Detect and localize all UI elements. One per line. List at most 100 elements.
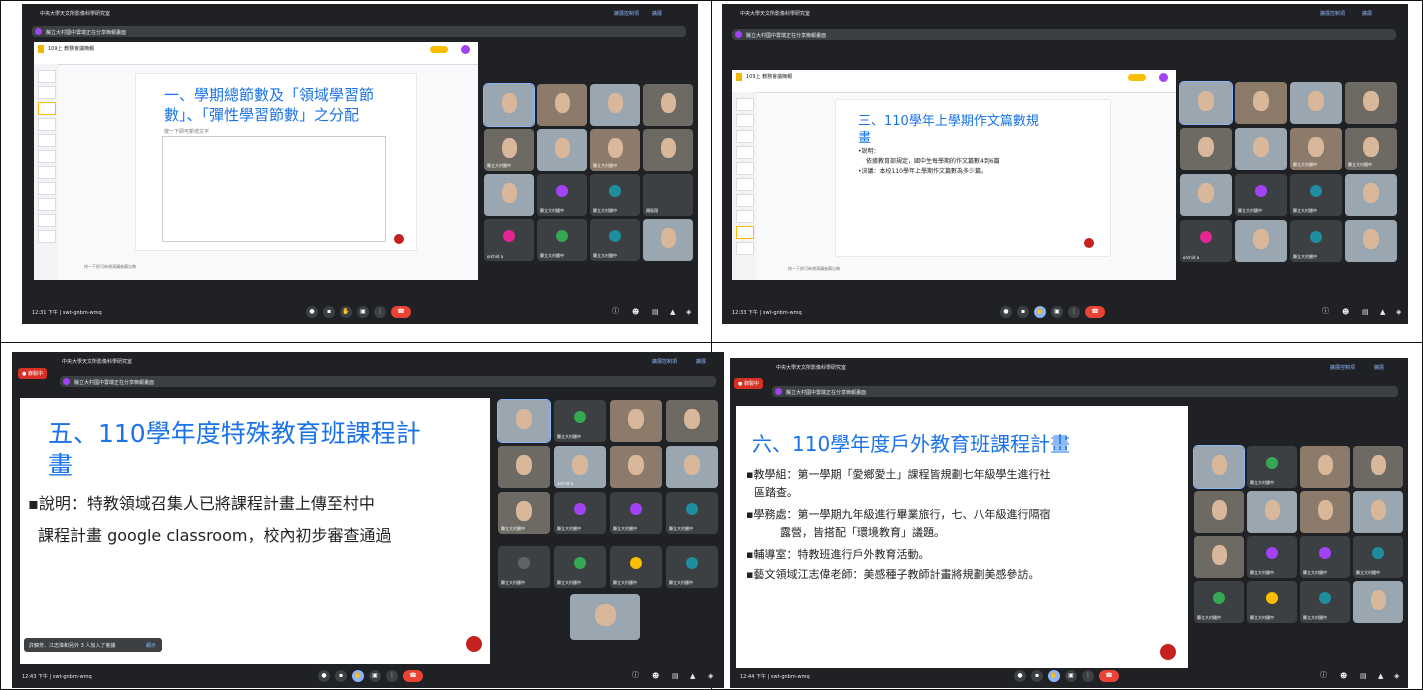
- participant-tile[interactable]: [483, 83, 535, 127]
- participant-tile[interactable]: 縣立大村國中: [666, 492, 718, 534]
- text-placeholder-box[interactable]: [162, 136, 386, 242]
- speaker-notes[interactable]: 按一下即可新增演講者備忘稿: [84, 264, 136, 270]
- camera-button[interactable]: ▪: [1031, 670, 1043, 682]
- participant-tile[interactable]: [666, 446, 718, 488]
- raise-hand-button[interactable]: ✋: [1034, 306, 1046, 318]
- expand-controls-button[interactable]: 擴展控制項: [1320, 10, 1345, 17]
- slide-thumb[interactable]: [38, 86, 56, 99]
- slide-thumb[interactable]: [736, 98, 754, 111]
- slide-thumb[interactable]: [38, 214, 56, 227]
- participant-tile[interactable]: [666, 400, 718, 442]
- slide-thumb-active[interactable]: [736, 226, 754, 239]
- participant-tile[interactable]: [537, 129, 587, 171]
- participant-tile[interactable]: 縣立大村國中: [1300, 536, 1350, 578]
- chat-icon[interactable]: ▤: [652, 308, 659, 316]
- expand-button[interactable]: 擴展: [696, 358, 706, 365]
- participant-tile[interactable]: 縣立大村國中: [1194, 581, 1244, 623]
- more-options-button[interactable]: ⋮: [1082, 670, 1094, 682]
- slide-thumb[interactable]: [38, 230, 56, 243]
- participant-tile[interactable]: [1235, 82, 1287, 124]
- participant-tile[interactable]: 顏鈺翔: [643, 174, 693, 216]
- participant-tile[interactable]: 縣立大村國中: [590, 174, 640, 216]
- slide-thumb[interactable]: [736, 130, 754, 143]
- account-avatar[interactable]: [1159, 73, 1168, 82]
- people-icon[interactable]: ☻: [1342, 308, 1349, 316]
- participant-tile[interactable]: orchid a: [554, 446, 606, 488]
- expand-button[interactable]: 擴展: [1362, 10, 1372, 17]
- participant-tile[interactable]: 縣立大村國中: [1235, 174, 1287, 216]
- activities-icon[interactable]: ▲: [1380, 308, 1385, 316]
- expand-controls-button[interactable]: 擴展控制項: [614, 10, 639, 17]
- slide-thumb[interactable]: [736, 114, 754, 127]
- participant-tile[interactable]: [643, 84, 693, 126]
- people-icon[interactable]: ☻: [652, 672, 659, 680]
- participant-tile[interactable]: 縣立大村國中: [610, 492, 662, 534]
- expand-controls-button[interactable]: 擴展控制項: [1330, 364, 1355, 371]
- participant-tile[interactable]: 縣立大村國中: [1353, 536, 1403, 578]
- participant-tile[interactable]: 縣立大村國中: [537, 174, 587, 216]
- participant-tile[interactable]: 縣立大村國中: [1247, 581, 1297, 623]
- show-button[interactable]: 顯示: [146, 642, 156, 649]
- present-button[interactable]: [430, 46, 448, 53]
- participant-tile[interactable]: [1247, 491, 1297, 533]
- participant-tile[interactable]: [1235, 128, 1287, 170]
- present-screen-button[interactable]: ▣: [1051, 306, 1063, 318]
- slide-thumb[interactable]: [38, 182, 56, 195]
- participant-tile[interactable]: 縣立大村國中: [1290, 220, 1342, 262]
- chat-icon[interactable]: ▤: [672, 672, 679, 680]
- slide-canvas[interactable]: 一、學期總節數及「領域學習節 數」、「彈性學習節數」之分配 按一下即可新增文字: [136, 74, 416, 250]
- slide-thumb[interactable]: [38, 134, 56, 147]
- speaker-notes[interactable]: 按一下即可新增演講者備忘稿: [788, 266, 840, 272]
- slide-thumb[interactable]: [736, 146, 754, 159]
- slide-thumb[interactable]: [736, 210, 754, 223]
- participant-tile[interactable]: [1235, 220, 1287, 262]
- doc-name[interactable]: 109上 教務會議簡報: [48, 45, 94, 52]
- present-screen-button[interactable]: ▣: [357, 306, 369, 318]
- slide-thumb[interactable]: [736, 194, 754, 207]
- participant-tile[interactable]: [590, 84, 640, 126]
- info-icon[interactable]: ⓘ: [612, 306, 619, 316]
- slide-thumb-active[interactable]: [38, 102, 56, 115]
- expand-controls-button[interactable]: 擴展控制項: [652, 358, 677, 365]
- slide-thumb[interactable]: [736, 178, 754, 191]
- slide-thumb[interactable]: [736, 242, 754, 255]
- host-controls-icon[interactable]: ◈: [686, 308, 691, 316]
- participant-tile[interactable]: 縣立大村國中: [537, 219, 587, 261]
- participant-tile[interactable]: [570, 594, 640, 640]
- participant-tile[interactable]: 縣立大村國中: [590, 219, 640, 261]
- camera-button[interactable]: ▪: [1017, 306, 1029, 318]
- mic-button[interactable]: ●: [318, 670, 330, 682]
- participant-tile[interactable]: [1353, 581, 1403, 623]
- participant-tile[interactable]: [537, 84, 587, 126]
- more-options-button[interactable]: ⋮: [1068, 306, 1080, 318]
- chat-icon[interactable]: ▤: [1362, 308, 1369, 316]
- participant-tile[interactable]: 縣立大村國中: [1247, 536, 1297, 578]
- activities-icon[interactable]: ▲: [1378, 672, 1383, 680]
- participant-tile[interactable]: 縣立大村國中: [1247, 446, 1297, 488]
- participant-tile[interactable]: [1353, 446, 1403, 488]
- people-icon[interactable]: ☻: [1340, 672, 1347, 680]
- camera-button[interactable]: ▪: [335, 670, 347, 682]
- host-controls-icon[interactable]: ◈: [1396, 308, 1401, 316]
- participant-tile[interactable]: 縣立大村國中: [1345, 128, 1397, 170]
- chat-icon[interactable]: ▤: [1360, 672, 1367, 680]
- expand-button[interactable]: 擴展: [652, 10, 662, 17]
- participant-tile[interactable]: [1179, 81, 1233, 125]
- participant-tile[interactable]: [1300, 491, 1350, 533]
- participant-tile[interactable]: [497, 399, 551, 443]
- mic-button[interactable]: ●: [1000, 306, 1012, 318]
- participant-tile[interactable]: orchid a: [1180, 220, 1232, 262]
- participant-tile[interactable]: 縣立大村國中: [554, 400, 606, 442]
- doc-name[interactable]: 109上 教務會議簡報: [746, 73, 792, 80]
- raise-hand-button[interactable]: ✋: [1048, 670, 1060, 682]
- participant-tile[interactable]: [610, 400, 662, 442]
- present-screen-button[interactable]: ▣: [369, 670, 381, 682]
- host-controls-icon[interactable]: ◈: [708, 672, 713, 680]
- participant-tile[interactable]: [1194, 536, 1244, 578]
- participant-tile[interactable]: [1353, 491, 1403, 533]
- people-icon[interactable]: ☻: [632, 308, 639, 316]
- end-call-button[interactable]: ☎: [391, 306, 411, 318]
- raise-hand-button[interactable]: ✋: [352, 670, 364, 682]
- mic-button[interactable]: ●: [1014, 670, 1026, 682]
- present-button[interactable]: [1128, 74, 1146, 81]
